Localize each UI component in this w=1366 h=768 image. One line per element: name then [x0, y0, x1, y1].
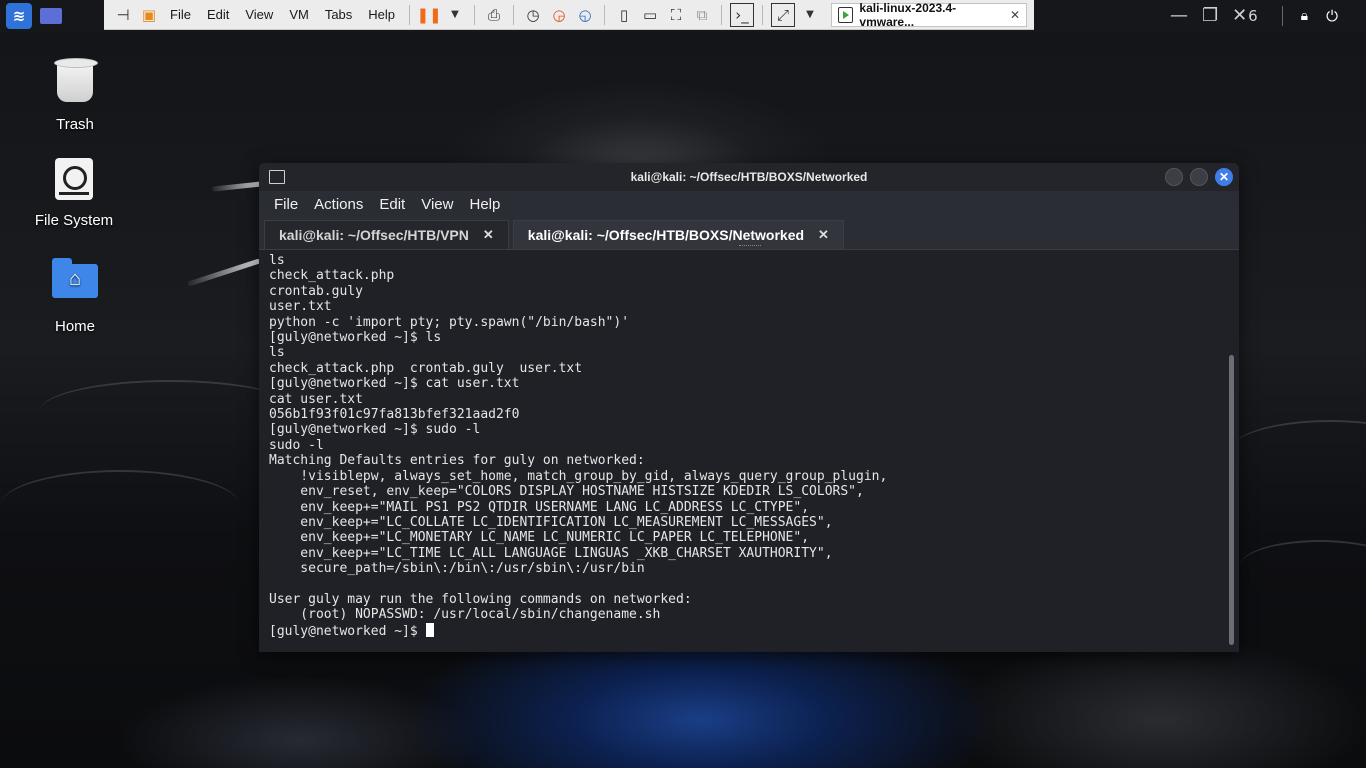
snapshot-manager-icon[interactable]: ◵: [574, 4, 596, 26]
close-button[interactable]: ✕: [1215, 168, 1233, 186]
desktop-icon-label: Home: [54, 318, 95, 335]
shell-prompt: [guly@networked ~]$: [269, 623, 426, 639]
vm-tab-title: kali-linux-2023.4-vmware...: [859, 0, 957, 29]
vm-menu-vm[interactable]: VM: [283, 7, 315, 22]
terminal-icon: [269, 170, 285, 184]
terminal-window-controls: ✕: [1165, 168, 1233, 186]
toolbar-separator: [762, 4, 764, 25]
pin-icon[interactable]: ⊣: [112, 4, 134, 26]
menu-help[interactable]: Help: [462, 196, 507, 213]
wallpaper-streak: [187, 258, 261, 287]
lock-icon[interactable]: 🔒︎: [1301, 8, 1308, 24]
maximize-icon[interactable]: ❐: [1202, 5, 1218, 26]
text-cursor: [425, 622, 434, 637]
revert-snapshot-icon[interactable]: ◶: [548, 4, 570, 26]
panel-partial-text: 6: [1248, 7, 1258, 25]
tab-label: kali@kali: ~/Offsec/HTB/VPN: [279, 227, 469, 243]
terminal-menubar: File Actions Edit View Help: [259, 191, 1239, 217]
close-icon[interactable]: ✕: [1010, 8, 1020, 22]
desktop-icon-label: File System: [34, 212, 114, 229]
tab-networked[interactable]: kali@kali: ~/Offsec/HTB/BOXS/Networked ✕: [512, 220, 844, 249]
vm-menu-help[interactable]: Help: [362, 7, 401, 22]
unity-icon[interactable]: ⧉: [691, 4, 713, 26]
vmware-logo-icon: ▣: [141, 5, 157, 24]
show-desktop-icon[interactable]: [40, 8, 62, 24]
terminal-window: kali@kali: ~/Offsec/HTB/BOXS/Networked ✕…: [259, 163, 1239, 652]
home-folder-icon: [51, 258, 99, 312]
panel-tray: 6 🔒︎ ⏻: [1248, 0, 1358, 32]
wallpaper-wave: [0, 470, 240, 542]
top-panel: ≋ ⊣ ▣ File Edit View VM Tabs Help ❚❚ ▼ ⎙…: [0, 0, 1366, 32]
wallpaper-streak: [211, 181, 263, 192]
desktop-icon-file-system[interactable]: File System: [24, 158, 124, 229]
kali-menu-icon[interactable]: ≋: [6, 3, 32, 29]
minimize-button[interactable]: [1165, 168, 1183, 186]
terminal-output-area[interactable]: ls check_attack.php crontab.guly user.tx…: [259, 250, 1239, 652]
toolbar-separator: [409, 4, 411, 25]
terminal-title: kali@kali: ~/Offsec/HTB/BOXS/Networked: [630, 170, 868, 184]
vmware-toolbar: ⊣ ▣ File Edit View VM Tabs Help ❚❚ ▼ ⎙ ◷…: [104, 0, 1034, 30]
toolbar-separator: [513, 4, 515, 25]
minimize-icon[interactable]: —: [1170, 5, 1188, 26]
vm-menu-tabs[interactable]: Tabs: [319, 7, 358, 22]
vm-running-icon: [838, 6, 854, 23]
thumbnail-icon[interactable]: ▭: [639, 4, 661, 26]
maximize-button[interactable]: [1190, 168, 1208, 186]
wallpaper-wave: [1230, 420, 1366, 482]
tab-vpn[interactable]: kali@kali: ~/Offsec/HTB/VPN ✕: [264, 220, 509, 249]
output-text: ls check_attack.php crontab.guly user.tx…: [269, 253, 888, 623]
desktop-icon-trash[interactable]: Trash: [25, 56, 125, 133]
vm-tab[interactable]: kali-linux-2023.4-vmware... ✕: [831, 0, 1028, 29]
close-tab-icon[interactable]: ✕: [483, 227, 494, 243]
panel-launchers: ≋: [0, 3, 106, 29]
menu-edit[interactable]: Edit: [372, 196, 412, 213]
terminal-output: ls check_attack.php crontab.guly user.tx…: [269, 253, 887, 639]
vm-menu-view[interactable]: View: [239, 7, 279, 22]
desktop-icon-label: Trash: [56, 116, 94, 133]
vm-menu-file[interactable]: File: [164, 7, 197, 22]
vmware-window-controls: — ❐ ✕: [1170, 0, 1247, 30]
menu-actions[interactable]: Actions: [307, 196, 370, 213]
menu-view[interactable]: View: [414, 196, 460, 213]
power-icon[interactable]: ⏻: [1326, 7, 1338, 25]
library-icon[interactable]: ▯: [613, 4, 635, 26]
send-ctrl-alt-del-icon[interactable]: ⎙: [483, 4, 505, 26]
console-icon[interactable]: ›_: [730, 2, 755, 27]
vm-menu-edit[interactable]: Edit: [201, 7, 235, 22]
desktop-icon-home[interactable]: Home: [25, 258, 125, 335]
dropdown-arrow-icon[interactable]: ▼: [444, 4, 466, 26]
toolbar-separator: [721, 4, 723, 25]
toolbar-separator: [604, 4, 606, 25]
close-icon[interactable]: ✕: [1232, 5, 1247, 26]
menu-file[interactable]: File: [267, 196, 305, 213]
snapshot-icon[interactable]: ◷: [522, 4, 544, 26]
scrollbar[interactable]: [1229, 355, 1234, 645]
close-tab-icon[interactable]: ✕: [818, 227, 829, 243]
terminal-titlebar[interactable]: kali@kali: ~/Offsec/HTB/BOXS/Networked ✕: [259, 163, 1239, 191]
divider: [1281, 6, 1283, 26]
drive-icon: [50, 158, 98, 206]
stretch-icon[interactable]: ⤢: [771, 2, 796, 27]
toolbar-separator: [474, 4, 476, 25]
pause-icon[interactable]: ❚❚: [416, 4, 441, 26]
wallpaper-wave: [1240, 540, 1366, 592]
drag-handle[interactable]: [739, 245, 761, 248]
fullscreen-icon[interactable]: ⛶: [665, 4, 687, 26]
dropdown-arrow-icon[interactable]: ▼: [799, 4, 821, 26]
tab-label: kali@kali: ~/Offsec/HTB/BOXS/Networked: [527, 227, 805, 243]
trash-icon: [51, 58, 99, 110]
